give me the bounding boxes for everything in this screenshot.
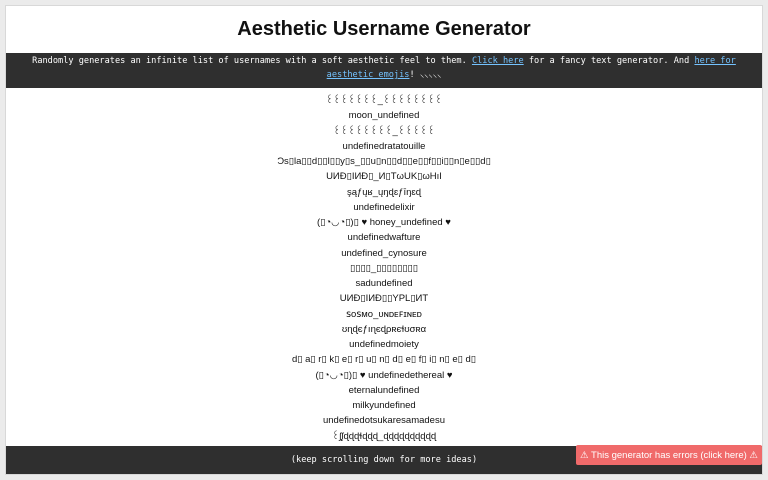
username-item[interactable]: (▯◔◡◔▯)▯ ♥ undefinedethereal ♥ — [6, 368, 762, 383]
username-item[interactable]: undefinedotsukaresamadesu — [6, 413, 762, 428]
username-item[interactable]: undefinedwafture — [6, 230, 762, 245]
username-item[interactable]: Ɔs▯la▯▯d▯▯l▯▯y▯s_▯▯u▯n▯▯d▯▯e▯▯f▯▯i▯▯n▯e▯… — [6, 154, 762, 169]
username-item[interactable]: (▯◔◡◔▯)▯ ♥ honey_undefined ♥ — [6, 215, 762, 230]
intro-text-before: Randomly generates an infinite list of u… — [32, 56, 472, 66]
username-item[interactable]: undefinedelixir — [6, 200, 762, 215]
intro-text-middle: for a fancy text generator. And — [523, 56, 695, 66]
username-item[interactable]: UИĐ▯IИĐ▯_И▯TωUK▯ωHıI — [6, 169, 762, 184]
scroll-hint: (keep scrolling down for more ideas) — [290, 455, 478, 465]
page-title: Aesthetic Username Generator — [237, 18, 531, 40]
generator-page: Aesthetic Username Generator Randomly ge… — [5, 5, 763, 475]
username-item[interactable]: ꒰꒰꒰꒰꒰꒰꒰꒰_꒰꒰꒰꒰꒰ — [6, 124, 762, 139]
username-item[interactable]: d▯ a▯ r▯ k▯ e▯ r▯ u▯ n▯ d▯ e▯ f▯ i▯ n▯ e… — [6, 352, 762, 367]
username-item[interactable]: ꒰꒰꒰꒰꒰꒰꒰_꒰꒰꒰꒰꒰꒰꒰꒰ — [6, 93, 762, 108]
page-header: Aesthetic Username Generator — [6, 6, 762, 53]
username-item[interactable]: UИĐ▯IИĐ▯▯YPL▯ИT — [6, 291, 762, 306]
username-list[interactable]: ꒰꒰꒰꒰꒰꒰꒰_꒰꒰꒰꒰꒰꒰꒰꒰ moon_undefined ꒰꒰꒰꒰꒰꒰꒰꒰_꒰… — [6, 93, 762, 446]
username-item[interactable]: undefinedmoiety — [6, 337, 762, 352]
username-item[interactable]: undefined_cynosure — [6, 246, 762, 261]
username-item[interactable]: sadundefined — [6, 276, 762, 291]
intro-banner: Randomly generates an infinite list of u… — [6, 53, 762, 88]
username-item[interactable]: moon_undefined — [6, 108, 762, 123]
generator-errors-button[interactable]: ⚠ This generator has errors (click here)… — [576, 445, 762, 465]
username-item[interactable]: ▯▯▯▯_▯▯▯▯▯▯▯▯ — [6, 261, 762, 276]
username-item[interactable]: ꒰ʃᶘɖɖɖɬɖɖɖ_ɖɖɖɖɖɖɖɖɖɖ — [6, 429, 762, 444]
username-item[interactable]: şąƒųʁ_ųŋɖɛƒīŋɛɖ — [6, 185, 762, 200]
username-item[interactable]: undefinedratatouille — [6, 139, 762, 154]
fancy-text-link[interactable]: Click here — [472, 56, 524, 66]
username-item[interactable]: milkyundefined — [6, 398, 762, 413]
username-item[interactable]: ʊɳɖєƒıɳєɖρʀєɬʊσʀα — [6, 322, 762, 337]
intro-text-after: ! ⸜⸜⸜⸜⸜ — [409, 70, 442, 80]
username-item[interactable]: eternalundefined — [6, 383, 762, 398]
username-item[interactable]: ꜱᴏꜱᴍᴏ_ᴜɴᴅᴇꜰɪɴᴇᴅ — [6, 307, 762, 322]
